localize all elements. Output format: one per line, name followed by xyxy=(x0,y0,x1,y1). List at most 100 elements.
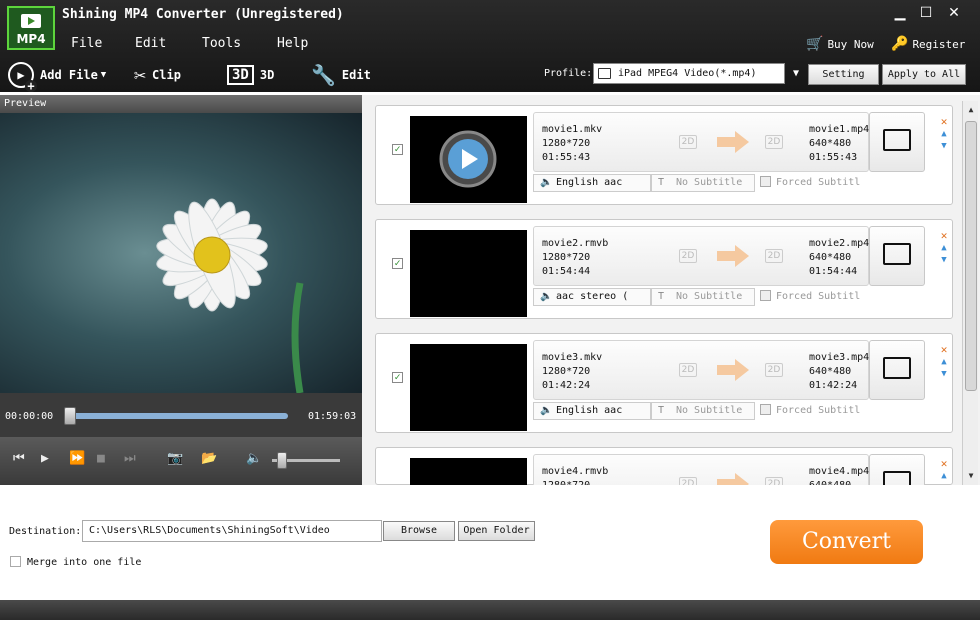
menu-file[interactable]: File xyxy=(71,36,102,51)
scroll-down-icon[interactable]: ▼ xyxy=(965,469,977,483)
clip-button[interactable]: ✂ Clip xyxy=(134,60,181,90)
file-checkbox[interactable]: ✓ xyxy=(392,258,403,269)
3d-button[interactable]: 3D 3D xyxy=(227,60,274,90)
play-icon[interactable] xyxy=(410,116,527,203)
move-up-icon[interactable]: ▲ xyxy=(937,243,951,253)
merge-checkbox[interactable] xyxy=(10,556,21,567)
browse-button[interactable]: Browse xyxy=(383,521,455,541)
menu-edit[interactable]: Edit xyxy=(135,36,166,51)
time-current: 00:00:00 xyxy=(5,411,54,422)
skip-start-icon[interactable]: ⏮ xyxy=(13,451,25,466)
setting-button[interactable]: Setting xyxy=(808,64,879,85)
time-total: 01:59:03 xyxy=(308,411,357,422)
move-down-icon[interactable]: ▼ xyxy=(937,255,951,265)
move-up-icon[interactable]: ▲ xyxy=(937,129,951,139)
seek-handle[interactable] xyxy=(64,407,76,425)
file-item[interactable]: ✓ movie3.mkv 1280*720 01:42:24 2D 2D mov… xyxy=(375,333,953,433)
folder-icon[interactable]: 📂 xyxy=(201,451,217,466)
title-bar: MP4 Shining MP4 Converter (Unregistered)… xyxy=(0,0,980,92)
arrow-right-icon xyxy=(717,131,751,153)
speaker-icon: 🔈 xyxy=(540,405,553,416)
play-icon[interactable]: ▶ xyxy=(41,451,49,466)
output-resolution: 640*480 xyxy=(809,138,852,149)
forced-subtitle-checkbox[interactable] xyxy=(760,404,771,415)
output-info: movie2.mp4 640*480 01:54:44 xyxy=(809,237,869,279)
output-2d-badge: 2D xyxy=(765,135,783,149)
scroll-thumb[interactable] xyxy=(965,121,977,391)
output-device-button[interactable] xyxy=(869,112,925,172)
skip-end-icon[interactable]: ⏭ xyxy=(124,451,136,466)
cube-3d-icon: 3D xyxy=(227,65,254,85)
key-icon: 🔑 xyxy=(891,36,909,52)
audio-track-select[interactable]: 🔈English aac▼ xyxy=(533,402,664,420)
list-scrollbar[interactable]: ▲ ▼ xyxy=(962,101,978,485)
output-resolution: 640*480 xyxy=(809,366,852,377)
open-folder-button[interactable]: Open Folder xyxy=(458,521,535,541)
apply-to-all-button[interactable]: Apply to All xyxy=(882,64,966,85)
volume-handle[interactable] xyxy=(277,452,287,469)
file-thumbnail[interactable] xyxy=(410,344,527,431)
register-link[interactable]: 🔑 Register xyxy=(891,36,965,52)
scroll-up-icon[interactable]: ▲ xyxy=(965,103,977,117)
move-up-icon[interactable]: ▲ xyxy=(937,471,951,481)
output-duration: 01:55:43 xyxy=(809,152,858,163)
add-file-button[interactable]: ▶ Add File▼ xyxy=(8,60,107,92)
source-duration: 01:54:44 xyxy=(542,266,591,277)
file-item[interactable]: movie4.rmvb 1280*720 2D 2D movie4.mp4 64… xyxy=(375,447,953,514)
edit-button[interactable]: 🔧 Edit xyxy=(311,60,371,90)
remove-file-icon[interactable]: ✕ xyxy=(937,229,951,242)
subtitle-select[interactable]: T No Subtitle xyxy=(651,174,755,192)
subtitle-select[interactable]: T No Subtitle xyxy=(651,402,755,420)
forced-subtitle-option[interactable]: Forced Subtitl xyxy=(760,404,860,416)
profile-dropdown-icon[interactable]: ▼ xyxy=(787,63,805,84)
remove-file-icon[interactable]: ✕ xyxy=(937,343,951,356)
menu-tools[interactable]: Tools xyxy=(202,36,241,51)
output-device-button[interactable] xyxy=(869,340,925,400)
camera-icon[interactable]: 📷 xyxy=(167,451,183,466)
video-preview xyxy=(0,113,362,394)
seek-track[interactable] xyxy=(66,413,288,419)
output-name: movie1.mp4 xyxy=(809,124,870,135)
file-item[interactable]: ✓ movie1.mkv 1280*720 01:55:43 2D 2D mov… xyxy=(375,105,953,205)
file-item[interactable]: ✓ movie2.rmvb 1280*720 01:54:44 2D 2D mo… xyxy=(375,219,953,319)
move-down-icon[interactable]: ▼ xyxy=(937,141,951,151)
cart-icon: 🛒 xyxy=(806,36,824,52)
file-thumbnail[interactable] xyxy=(410,458,527,486)
subtitle-select[interactable]: T No Subtitle xyxy=(651,288,755,306)
speaker-icon: 🔈 xyxy=(540,177,553,188)
tablet-icon xyxy=(598,68,611,79)
status-bar xyxy=(0,600,980,620)
merge-option[interactable]: Merge into one file xyxy=(10,556,141,568)
output-device-button[interactable] xyxy=(869,226,925,286)
remove-file-icon[interactable]: ✕ xyxy=(937,457,951,470)
convert-button[interactable]: Convert xyxy=(770,520,923,564)
forced-subtitle-checkbox[interactable] xyxy=(760,290,771,301)
move-down-icon[interactable]: ▼ xyxy=(937,369,951,379)
audio-track-select[interactable]: 🔈aac stereo (▼ xyxy=(533,288,664,306)
output-duration: 01:54:44 xyxy=(809,266,858,277)
file-checkbox[interactable]: ✓ xyxy=(392,372,403,383)
forced-subtitle-option[interactable]: Forced Subtitl xyxy=(760,176,860,188)
profile-select[interactable]: iPad MPEG4 Video(*.mp4) xyxy=(593,63,785,84)
destination-input[interactable]: C:\Users\RLS\Documents\ShiningSoft\Video xyxy=(82,520,382,542)
video-icon xyxy=(21,14,41,28)
remove-file-icon[interactable]: ✕ xyxy=(937,115,951,128)
forced-subtitle-checkbox[interactable] xyxy=(760,176,771,187)
forced-subtitle-option[interactable]: Forced Subtitl xyxy=(760,290,860,302)
file-checkbox[interactable]: ✓ xyxy=(392,144,403,155)
tools-icon: 🔧 xyxy=(311,63,336,87)
file-thumbnail[interactable] xyxy=(410,230,527,317)
maximize-button[interactable]: ☐ xyxy=(915,4,937,22)
file-thumbnail[interactable] xyxy=(410,116,527,203)
move-up-icon[interactable]: ▲ xyxy=(937,357,951,367)
audio-track-select[interactable]: 🔈English aac▼ xyxy=(533,174,664,192)
daisy-image xyxy=(156,198,304,394)
chevron-down-icon: ▼ xyxy=(100,70,107,80)
buy-now-link[interactable]: 🛒 Buy Now xyxy=(806,36,874,52)
volume-icon[interactable]: 🔈 xyxy=(246,451,262,466)
minimize-button[interactable]: ▁ xyxy=(889,4,911,22)
menu-help[interactable]: Help xyxy=(277,36,308,51)
close-button[interactable]: ✕ xyxy=(943,4,965,22)
stop-icon[interactable]: ■ xyxy=(97,451,105,466)
fast-forward-icon[interactable]: ⏩ xyxy=(69,451,85,466)
